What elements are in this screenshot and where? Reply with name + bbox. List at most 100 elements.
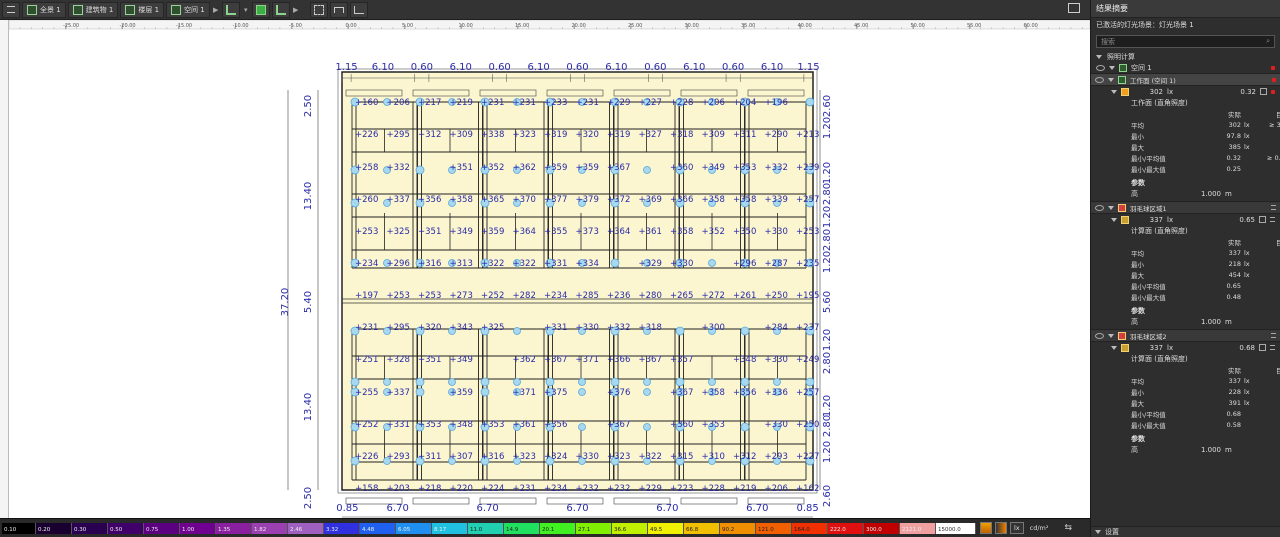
param-label: 参数 (1131, 178, 1145, 187)
scale-step: 222.0 (828, 523, 864, 534)
wall-tool-button[interactable] (221, 1, 240, 18)
options-button[interactable] (1260, 88, 1267, 95)
menu-icon[interactable] (1271, 333, 1276, 338)
eye-icon[interactable] (1096, 64, 1105, 71)
illuminance-value: +309 (450, 130, 473, 140)
scale-step: 11.0 (468, 523, 504, 534)
dim-label: 0.60 (411, 62, 433, 73)
ruler-label: -20.00 (120, 23, 136, 29)
dim-label: 0.60 (566, 62, 588, 73)
scale-step: 3.32 (324, 523, 360, 534)
col-actual: 实际 (1228, 110, 1241, 119)
workplane-subtitle: 工作面 (直角照度) (1131, 98, 1188, 107)
menu-icon[interactable] (1270, 217, 1275, 222)
workplane-row[interactable]: 工作面 (空间 1) (1091, 73, 1280, 86)
stat-row: 平均302lx≥ 300lx (1091, 119, 1280, 130)
chevron-down-icon[interactable]: ▾ (242, 6, 250, 14)
badminton2-row[interactable]: 羽毛球区域2 (1091, 329, 1280, 342)
illuminance-value: +315 (670, 452, 693, 462)
eye-icon[interactable] (1095, 76, 1104, 83)
luminaire (578, 388, 586, 396)
object-tool-button[interactable] (251, 1, 270, 18)
color-scale[interactable]: 0.10 0.20 0.30 0.50 0.75 1.00 1.35 1.82 2.46 3.32… (2, 523, 976, 534)
illuminance-value: +257 (796, 388, 819, 398)
chevron-right-icon[interactable]: ▶ (212, 6, 220, 14)
illuminance-value: +233 (544, 98, 567, 108)
luminaire (643, 378, 651, 386)
gradient-icon[interactable] (995, 522, 1007, 534)
illuminance-value: +371 (513, 388, 536, 398)
menu-icon[interactable] (2, 1, 20, 18)
unit-lx-button[interactable]: lx (1010, 522, 1024, 534)
options-button[interactable] (1259, 344, 1266, 351)
color-mode-icon[interactable] (980, 522, 992, 534)
illuminance-value: +343 (450, 323, 473, 333)
illuminance-value: +352 (481, 163, 504, 173)
scale-step: 27.1 (576, 523, 612, 534)
unit-cd-button[interactable]: cd/m² (1027, 522, 1052, 534)
illuminance-value: +312 (418, 130, 441, 140)
window (680, 497, 738, 505)
plan-canvas[interactable]: -25.00 -20.00 -15.00 -10.00 -5.00 0.00 5.00 10.… (0, 20, 1090, 518)
illuminance-value: +196 (765, 98, 788, 108)
tab-building[interactable]: 建筑物 1 (67, 1, 119, 18)
illuminance-value: +358 (702, 195, 725, 205)
illuminance-value: +328 (387, 355, 410, 365)
measure-button[interactable] (329, 1, 348, 18)
menu-icon[interactable] (1271, 205, 1276, 210)
illuminance-value: +231 (576, 98, 599, 108)
ruler-label: -15.00 (176, 23, 192, 29)
stat-cell: - (1255, 399, 1280, 407)
eye-icon[interactable] (1095, 204, 1104, 211)
options-button[interactable] (1259, 216, 1266, 223)
chevron-right-icon[interactable]: ▶ (292, 6, 300, 14)
settings-bar[interactable]: 设置 (1091, 526, 1280, 537)
fit-view-button[interactable] (309, 1, 328, 18)
badminton1-row[interactable]: 羽毛球区域1 (1091, 201, 1280, 214)
illuminance-value: +330 (765, 420, 788, 430)
tab-scene[interactable]: 全景 1 (22, 1, 66, 18)
ruler-label: 0.00 (346, 23, 357, 29)
luminaire (415, 377, 425, 387)
eye-icon[interactable] (1095, 332, 1104, 339)
scale-step: 2.46 (288, 523, 324, 534)
calc-icon (1121, 343, 1129, 352)
menu-icon[interactable] (1270, 345, 1275, 350)
illuminance-value: +236 (607, 291, 630, 301)
status-dot (1272, 77, 1276, 82)
stat-row: 平均 337lx- (1091, 247, 1280, 258)
stat-cell: - (1255, 132, 1280, 140)
corner-tool-button[interactable] (271, 1, 290, 18)
space-row[interactable]: 空间 1 (1091, 62, 1280, 73)
group-lighting[interactable]: 照明计算 (1091, 51, 1280, 62)
illuminance-value: +260 (355, 195, 378, 205)
stat-cell: 218 (1228, 259, 1241, 268)
illuminance-value: +320 (418, 323, 441, 333)
illuminance-value: +362 (513, 355, 536, 365)
illuminance-value: +359 (481, 227, 504, 237)
swap-icon[interactable]: ⇆ (1064, 523, 1072, 533)
illuminance-value: +330 (765, 227, 788, 237)
tab-floor[interactable]: 楼层 1 (120, 1, 165, 18)
luminaire (805, 97, 815, 107)
dimension-button[interactable] (349, 1, 368, 18)
illuminance-value: +367 (607, 163, 630, 173)
ruler-label: -5.00 (289, 23, 302, 29)
stat-cell: - (1255, 293, 1280, 301)
illuminance-value: +365 (481, 195, 504, 205)
dim-label: 1.20 (822, 117, 833, 139)
illuminance-value: +224 (481, 484, 504, 494)
illuminance-value: +332 (387, 163, 410, 173)
monitor-icon[interactable] (1068, 3, 1080, 13)
illuminance-value: +234 (544, 484, 567, 494)
scale-step: 49.5 (648, 523, 684, 534)
illuminance-value: +330 (670, 259, 693, 269)
search-input[interactable]: 搜索 ⌕ (1096, 35, 1275, 48)
tab-space[interactable]: 空间 1 (166, 1, 210, 18)
illuminance-value: +293 (387, 452, 410, 462)
scale-step: 4.48 (360, 523, 396, 534)
workplane-summary: 302 lx 0.32 (1091, 86, 1280, 97)
illuminance-value: +320 (576, 130, 599, 140)
illuminance-value: +322 (481, 259, 504, 269)
stat-cell: 最大 (1131, 271, 1144, 280)
